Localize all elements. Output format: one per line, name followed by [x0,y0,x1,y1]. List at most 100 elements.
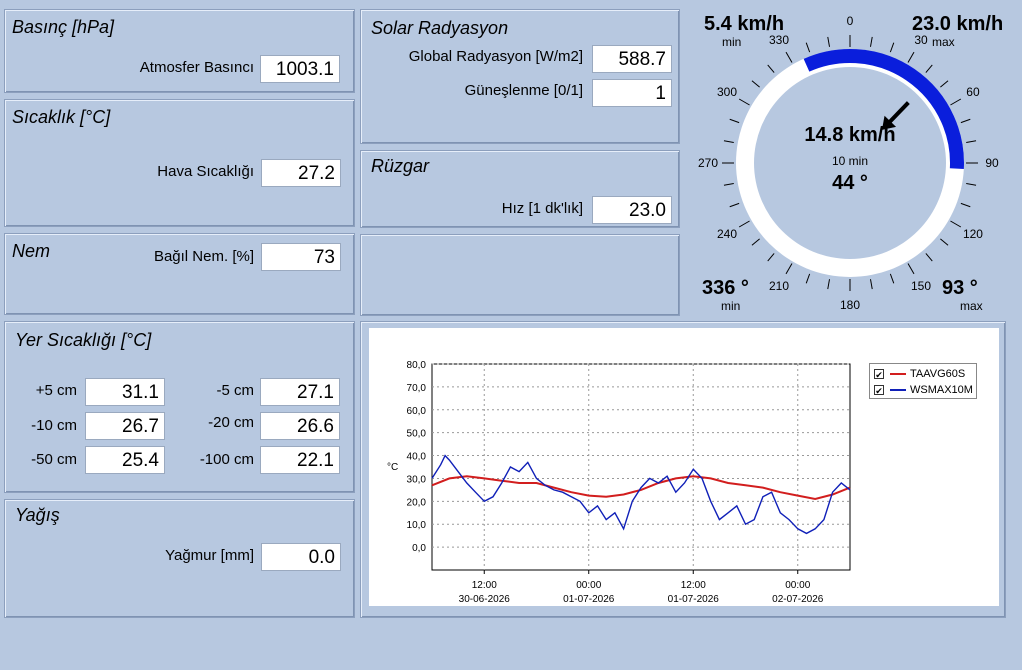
wind-panel: Rüzgar Hız [1 dk'lık] 23.0 [360,150,680,228]
soil-temperature-panel: Yer Sıcaklığı [°C] +5 cm 31.1 -5 cm 27.1… [4,321,355,493]
soil-value-minus5: 27.1 [260,378,340,406]
chart-legend: ✔ TAAVG60S ✔ WSMAX10M [869,363,977,399]
soil-label-minus10: -10 cm [31,417,77,434]
gauge-tick [889,273,895,284]
gauge-compass-label: 120 [963,227,983,241]
solar-radiation-panel: Solar Radyasyon Global Radyasyon [W/m2] … [360,9,680,144]
plot-frame [431,363,851,571]
temperature-panel: Sıcaklık [°C] Hava Sıcaklığı 27.2 [4,99,355,227]
y-tick-label: 60,0 [407,406,427,417]
sunshine-label: Güneşlenme [0/1] [464,82,583,99]
legend-swatch-wsmax [890,389,906,391]
gauge-compass-label: 60 [966,85,980,99]
gauge-center-direction: 44 ° [832,172,868,194]
y-tick-label: 30,0 [407,474,427,485]
gauge-center-sub: 10 min [831,154,869,168]
gauge-tick [907,263,915,275]
soil-value-minus100: 22.1 [260,446,340,474]
gauge-min-direction-label: min [721,299,741,313]
gauge-tick [925,64,933,73]
soil-label-plus5: +5 cm [35,382,77,399]
x-tick-date: 01-07-2026 [563,594,615,605]
gauge-tick [729,118,740,124]
global-radiation-value: 588.7 [592,45,672,73]
gauge-compass-label: 240 [717,227,737,241]
gauge-tick [960,202,971,208]
gauge-tick [950,98,962,106]
gauge-center-speed: 14.8 km/h [804,124,896,146]
y-tick-label: 20,0 [407,497,427,508]
global-radiation-label: Global Radyasyon [W/m2] [408,48,583,65]
sunshine-value: 1 [592,79,672,107]
soil-value-minus50: 25.4 [85,446,165,474]
gauge-tick [785,51,793,63]
y-tick-label: 70,0 [407,383,427,394]
y-tick-label: 40,0 [407,452,427,463]
gauge-compass-label: 210 [769,279,789,293]
x-tick-time: 12:00 [681,580,706,591]
x-tick-date: 30-06-2026 [459,594,511,605]
soil-label-minus100: -100 cm [199,451,254,468]
temperature-value: 27.2 [261,159,341,187]
x-tick-time: 00:00 [576,580,601,591]
gauge-max-speed-label: max [932,35,955,49]
gauge-tick [966,182,977,186]
gauge-tick [785,263,793,275]
gauge-tick [723,140,734,144]
gauge-min-speed-label: min [722,35,742,49]
x-tick-date: 02-07-2026 [772,594,824,605]
pressure-panel: Basınç [hPa] Atmosfer Basıncı 1003.1 [4,9,355,93]
gauge-tick [960,118,971,124]
gauge-max-speed: 23.0 km/h [912,13,1004,35]
soil-value-minus10: 26.7 [85,412,165,440]
soil-value-minus20: 26.6 [260,412,340,440]
gauge-tick [940,80,949,88]
gauge-compass-label: 90 [985,156,999,170]
gauge-max-direction-label: max [960,299,983,313]
soil-label-minus5: -5 cm [216,382,255,399]
gauge-tick [805,42,811,53]
gauge-tick [723,182,734,186]
wind-speed-value: 23.0 [592,196,672,224]
gauge-min-direction: 336 ° [702,277,749,299]
legend-checkbox-wsmax[interactable]: ✔ [874,385,884,396]
gauge-tick [805,273,811,284]
soil-temperature-title: Yer Sıcaklığı [°C] [15,330,152,350]
gauge-tick [950,220,962,228]
y-tick-label: 10,0 [407,520,427,531]
temperature-label: Hava Sıcaklığı [157,163,254,180]
legend-label-taavg: TAAVG60S [910,368,966,380]
soil-label-minus20: -20 cm [208,414,254,431]
gauge-compass-label: 270 [698,156,718,170]
soil-label-minus50: -50 cm [31,451,77,468]
gauge-tick [767,64,775,73]
gauge-tick [767,253,775,262]
gauge-max-direction: 93 ° [942,277,978,299]
gauge-tick [869,279,873,290]
x-tick-date: 01-07-2026 [668,594,720,605]
legend-item-wsmax[interactable]: ✔ WSMAX10M [874,383,973,397]
y-tick-label: 80,0 [407,360,427,371]
gauge-tick [738,220,750,228]
gauge-tick [827,279,831,290]
gauge-tick [729,202,740,208]
y-tick-label: 0,0 [412,543,426,554]
gauge-tick [751,80,760,88]
rain-panel: Yağış Yağmur [mm] 0.0 [4,499,355,618]
rain-value: 0.0 [261,543,341,571]
empty-panel [360,234,680,316]
legend-item-taavg[interactable]: ✔ TAAVG60S [874,367,965,381]
wind-title: Rüzgar [371,156,430,176]
wind-speed-label: Hız [1 dk'lık] [501,200,583,217]
soil-value-plus5: 31.1 [85,378,165,406]
gauge-tick [751,238,760,246]
gauge-compass-label: 180 [840,298,860,312]
y-axis-unit: °C [387,462,398,473]
legend-checkbox-taavg[interactable]: ✔ [874,369,884,380]
pressure-label: Atmosfer Basıncı [139,59,254,76]
rain-title: Yağış [15,505,60,525]
pressure-value: 1003.1 [260,55,340,83]
gauge-tick [925,253,933,262]
temperature-title: Sıcaklık [°C] [12,107,111,127]
gauge-tick [907,51,915,63]
